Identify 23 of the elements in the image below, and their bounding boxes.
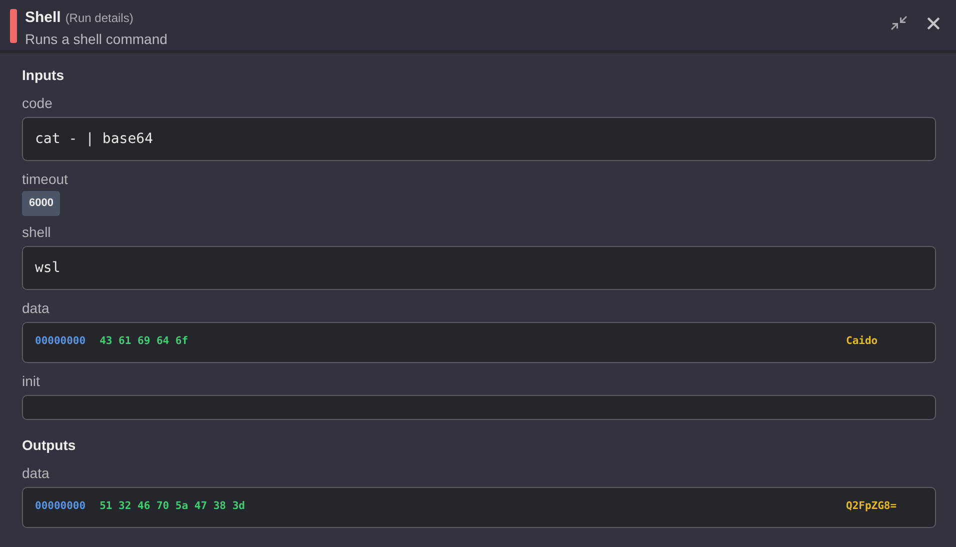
field-label: data — [22, 464, 50, 482]
input-field[interactable]: cat - | base64 — [22, 117, 936, 161]
field-label: timeout — [22, 171, 69, 188]
value-badge: 6000 — [22, 191, 60, 216]
hex-bytes: 43 61 69 64 6f — [100, 334, 188, 350]
section-heading: Outputs — [22, 436, 77, 454]
accent-bar — [10, 9, 17, 43]
panel-subtitle: (Run details) — [65, 11, 134, 25]
hex-ascii: Caido — [846, 334, 879, 350]
panel-title: Shell — [25, 9, 61, 26]
hex-offset: 00000000 — [35, 499, 86, 514]
field-label: init — [22, 372, 41, 390]
field-label: data — [22, 300, 50, 316]
hex-offset: 00000000 — [35, 334, 86, 350]
input-field[interactable]: wsl — [22, 246, 936, 290]
hex-ascii: Q2FpZG8= — [846, 499, 898, 514]
section-heading: Inputs — [22, 67, 65, 84]
field-label: shell — [22, 224, 52, 240]
field-label: code — [22, 95, 54, 112]
input-field[interactable] — [22, 394, 936, 420]
collapse-icon[interactable] — [890, 14, 908, 32]
panel-description: Runs a shell command — [25, 30, 168, 49]
hex-bytes: 51 32 46 70 5a 47 38 3d — [100, 499, 245, 514]
